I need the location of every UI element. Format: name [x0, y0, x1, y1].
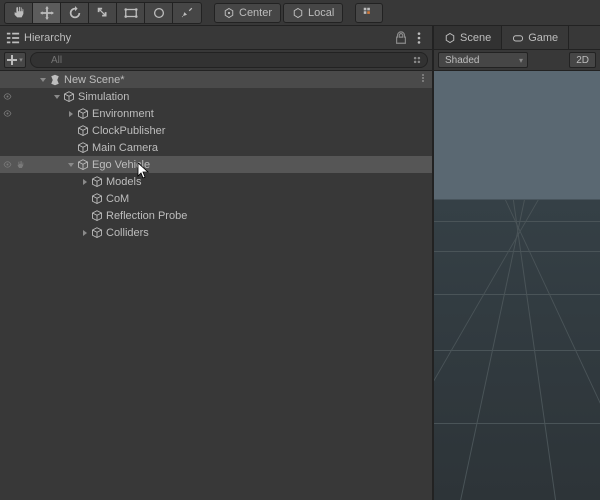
expand-arrow[interactable]: [66, 161, 76, 169]
visibility-column: [0, 108, 32, 119]
search-input[interactable]: [30, 52, 428, 68]
main-toolbar: Center Local: [0, 0, 600, 26]
create-button[interactable]: ▾: [4, 52, 26, 68]
scale-tool-button[interactable]: [89, 3, 117, 23]
rect-icon: [124, 6, 138, 20]
tree-row-label: Reflection Probe: [106, 210, 187, 222]
tree-row[interactable]: Simulation: [0, 88, 432, 105]
scene-tab-icon: [444, 32, 456, 44]
hierarchy-header: Hierarchy: [0, 26, 432, 50]
tree-row-label: CoM: [106, 193, 129, 205]
rotation-mode-button[interactable]: Local: [283, 3, 343, 23]
draw-mode-dropdown[interactable]: Shaded: [438, 52, 528, 68]
gameobject-icon: [90, 209, 104, 223]
transform-all-tool-button[interactable]: [145, 3, 173, 23]
lock-icon[interactable]: [394, 31, 408, 45]
scene-view-toolbar: Shaded 2D: [434, 50, 600, 71]
tree-row[interactable]: CoM: [0, 190, 432, 207]
gameobject-icon: [76, 107, 90, 121]
gameobject-icon: [90, 175, 104, 189]
hierarchy-toolbar: ▾: [0, 50, 432, 71]
snap-icon: [362, 6, 376, 20]
gameobject-icon: [90, 192, 104, 206]
scene-menu-icon[interactable]: [418, 73, 428, 86]
tree-row-label: ClockPublisher: [92, 125, 165, 137]
pivot-mode-button[interactable]: Center: [214, 3, 281, 23]
gameobject-icon: [76, 158, 90, 172]
scale-icon: [96, 6, 110, 20]
pivot-icon: [223, 7, 235, 19]
tree-row-label: New Scene*: [64, 74, 125, 86]
search-wrap: [30, 52, 428, 68]
pivot-mode-label: Center: [239, 7, 272, 19]
hierarchy-icon: [6, 31, 20, 45]
tree-row[interactable]: Environment: [0, 105, 432, 122]
game-tab-icon: [512, 32, 524, 44]
expand-arrow[interactable]: [38, 76, 48, 84]
tab-game-label: Game: [528, 32, 558, 44]
tab-scene[interactable]: Scene: [434, 26, 502, 49]
tree-row[interactable]: Reflection Probe: [0, 207, 432, 224]
move-icon: [40, 6, 54, 20]
expand-arrow[interactable]: [80, 229, 90, 237]
gameobject-icon: [76, 141, 90, 155]
visibility-column: [0, 159, 32, 170]
plus-icon: [7, 55, 17, 65]
tab-scene-label: Scene: [460, 32, 491, 44]
rotate-icon: [68, 6, 82, 20]
snap-button[interactable]: [355, 3, 383, 23]
gameobject-icon: [76, 124, 90, 138]
hand-tool-button[interactable]: [5, 3, 33, 23]
expand-arrow[interactable]: [52, 93, 62, 101]
tree-row[interactable]: Main Camera: [0, 139, 432, 156]
tree-row-label: Main Camera: [92, 142, 158, 154]
custom-tool-button[interactable]: [173, 3, 201, 23]
gameobject-icon: [90, 226, 104, 240]
hierarchy-title: Hierarchy: [24, 32, 390, 44]
hand-icon: [12, 6, 26, 20]
transform-tool-group: [4, 2, 202, 24]
2d-toggle-button[interactable]: 2D: [569, 52, 596, 68]
hierarchy-tree[interactable]: New Scene* Simulation Environment ClockPubl…: [0, 71, 432, 500]
hierarchy-panel: Hierarchy ▾ New Scene* Simulation Environm…: [0, 26, 434, 500]
rotate-tool-button[interactable]: [61, 3, 89, 23]
tree-row[interactable]: ClockPublisher: [0, 122, 432, 139]
tab-game[interactable]: Game: [502, 26, 569, 49]
scene-tabs: Scene Game: [434, 26, 600, 50]
tree-row-label: Colliders: [106, 227, 149, 239]
tree-row-label: Ego Vehicle: [92, 159, 150, 171]
tree-row-label: Models: [106, 176, 141, 188]
unity-icon: [48, 73, 62, 87]
visibility-column: [0, 91, 32, 102]
expand-arrow[interactable]: [66, 110, 76, 118]
tree-row[interactable]: New Scene*: [0, 71, 432, 88]
scene-panel: Scene Game Shaded 2D: [434, 26, 600, 500]
expand-arrow[interactable]: [80, 178, 90, 186]
tree-row[interactable]: Ego Vehicle: [0, 156, 432, 173]
transform-all-icon: [152, 6, 166, 20]
gameobject-icon: [62, 90, 76, 104]
tree-row-label: Environment: [92, 108, 154, 120]
custom-tool-icon: [180, 6, 194, 20]
panel-menu-icon[interactable]: [412, 31, 426, 45]
tree-row[interactable]: Colliders: [0, 224, 432, 241]
tree-row-label: Simulation: [78, 91, 129, 103]
search-type-icon[interactable]: [412, 55, 422, 65]
main-area: Hierarchy ▾ New Scene* Simulation Environm…: [0, 26, 600, 500]
move-tool-button[interactable]: [33, 3, 61, 23]
rotation-mode-label: Local: [308, 7, 334, 19]
scene-viewport[interactable]: [434, 71, 600, 500]
tree-row[interactable]: Models: [0, 173, 432, 190]
rect-tool-button[interactable]: [117, 3, 145, 23]
rotation-icon: [292, 7, 304, 19]
